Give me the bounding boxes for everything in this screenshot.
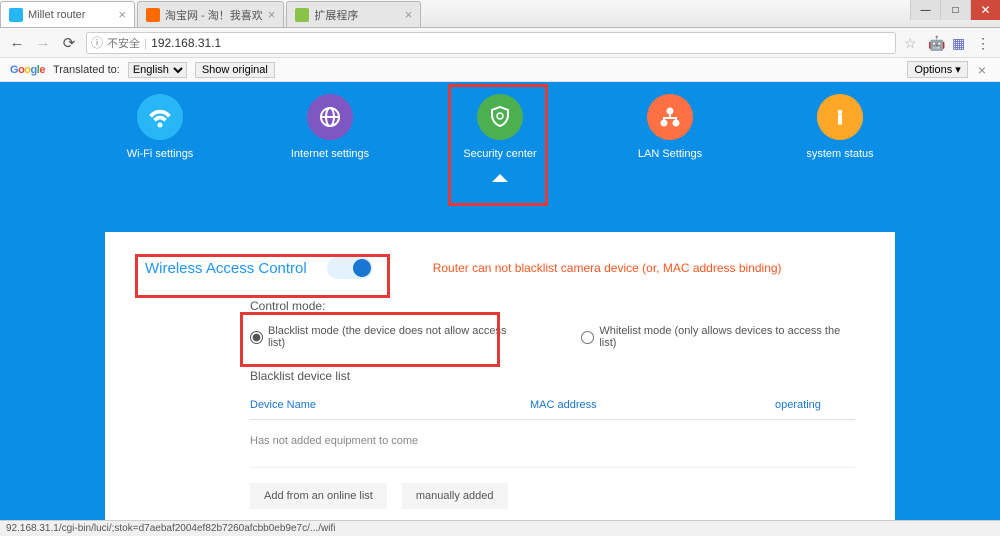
col-operating[interactable]: operating [775, 399, 855, 411]
tab-title: 淘宝网 - 淘！我喜欢 [165, 7, 263, 23]
show-original-button[interactable]: Show original [195, 62, 275, 78]
toolbar-icons: ☆ 🤖 ▦ ⋮ [904, 35, 992, 51]
control-mode-label: Control mode: [250, 299, 855, 313]
network-icon [647, 94, 693, 140]
favicon-icon [146, 8, 160, 22]
annotation-box [240, 312, 500, 367]
wifi-icon [137, 94, 183, 140]
tab-title: 扩展程序 [314, 7, 358, 23]
table-header: Device Name MAC address operating [250, 391, 855, 420]
menu-icon[interactable]: ⋮ [976, 35, 992, 51]
reload-button[interactable]: ⟳ [60, 34, 78, 52]
radio-label: Whitelist mode (only allows devices to a… [599, 325, 855, 349]
url-text: 192.168.31.1 [151, 36, 221, 50]
nav-wifi-settings[interactable]: Wi-Fi settings [120, 94, 200, 160]
puzzle-icon [295, 8, 309, 22]
wireless-access-toggle[interactable] [327, 257, 373, 279]
tab-title: Millet router [28, 9, 85, 21]
maximize-button[interactable]: □ [940, 0, 970, 20]
annotation-text: Router can not blacklist camera device (… [433, 261, 782, 275]
nav-lan-settings[interactable]: LAN Settings [630, 94, 710, 160]
empty-list-message: Has not added equipment to come [250, 420, 855, 468]
annotation-box [448, 84, 548, 206]
translate-label: Translated to: [53, 64, 120, 76]
radio-input[interactable] [581, 331, 594, 344]
col-device-name[interactable]: Device Name [250, 399, 530, 411]
bookmark-icon[interactable]: ☆ [904, 35, 920, 51]
close-icon[interactable]: × [118, 7, 126, 22]
nav-label: LAN Settings [638, 148, 702, 160]
col-mac-address[interactable]: MAC address [530, 399, 775, 411]
status-bar: 92.168.31.1/cgi-bin/luci/;stok=d7aebaf20… [0, 520, 1000, 536]
window-controls: — □ ✕ [910, 0, 1000, 20]
android-icon[interactable]: 🤖 [928, 35, 944, 51]
info-icon [817, 94, 863, 140]
nav-label: system status [806, 148, 873, 160]
url-input[interactable]: ⓘ 不安全 | 192.168.31.1 [86, 32, 896, 54]
nav-system-status[interactable]: system status [800, 94, 880, 160]
nav-internet-settings[interactable]: Internet settings [290, 94, 370, 160]
browser-tab-bar: Millet router × 淘宝网 - 淘！我喜欢 × 扩展程序 × — □… [0, 0, 1000, 28]
status-url: 92.168.31.1/cgi-bin/luci/;stok=d7aebaf20… [6, 523, 335, 534]
content-panel: Wireless Access Control Router can not b… [105, 232, 895, 520]
close-icon[interactable]: × [974, 62, 990, 78]
manually-add-button[interactable]: manually added [402, 483, 508, 509]
info-icon: ⓘ [91, 34, 103, 51]
close-icon[interactable]: × [405, 7, 413, 22]
google-logo: Google [10, 64, 45, 76]
translate-language-select[interactable]: English [128, 62, 187, 78]
close-window-button[interactable]: ✕ [970, 0, 1000, 20]
browser-tab-active[interactable]: Millet router × [0, 1, 135, 27]
blacklist-list-title: Blacklist device list [250, 369, 855, 383]
close-icon[interactable]: × [268, 7, 276, 22]
nav-label: Internet settings [291, 148, 369, 160]
nav-label: Wi-Fi settings [127, 148, 194, 160]
browser-tab[interactable]: 淘宝网 - 淘！我喜欢 × [137, 1, 284, 27]
translate-options-button[interactable]: Options ▾ [907, 61, 968, 78]
back-button[interactable]: ← [8, 34, 26, 52]
add-from-online-button[interactable]: Add from an online list [250, 483, 387, 509]
minimize-button[interactable]: — [910, 0, 940, 20]
browser-tab[interactable]: 扩展程序 × [286, 1, 421, 27]
extension-icon[interactable]: ▦ [952, 35, 968, 51]
security-warning: 不安全 [107, 35, 140, 51]
translate-bar: Google Translated to: English Show origi… [0, 58, 1000, 82]
radio-whitelist-mode[interactable]: Whitelist mode (only allows devices to a… [581, 325, 855, 349]
address-bar: ← → ⟳ ⓘ 不安全 | 192.168.31.1 ☆ 🤖 ▦ ⋮ [0, 28, 1000, 58]
favicon-icon [9, 8, 23, 22]
router-page: Wi-Fi settings Internet settings Securit… [0, 82, 1000, 520]
forward-button[interactable]: → [34, 34, 52, 52]
globe-icon [307, 94, 353, 140]
